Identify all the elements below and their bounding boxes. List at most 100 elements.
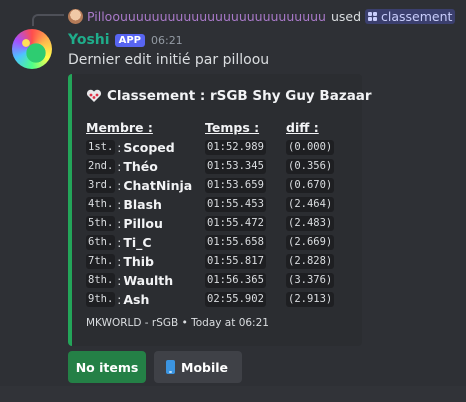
reply-reference[interactable]: Pilloouuuuuuuuuuuuuuuuuuuuuuuuuu used cl… [68, 6, 456, 26]
diff-cell: (2.828) [286, 252, 335, 271]
app-badge: APP [114, 33, 145, 47]
diff-value: (2.669) [286, 235, 335, 250]
separator: : [117, 216, 122, 231]
member-name: Ti_C [123, 235, 152, 250]
member-name: Blash [123, 197, 162, 212]
rank-label: 2nd. [86, 159, 116, 174]
embed: Classement : rSGB Shy Guy Bazaar Membre … [68, 74, 372, 346]
leaderboard-row: 2nd.: Théo [86, 157, 192, 176]
reply-action: used [330, 8, 362, 24]
username[interactable]: Yoshi [68, 32, 110, 48]
separator: : [117, 292, 122, 307]
reply-spine [32, 14, 64, 26]
time-cell: 01:55.472 [205, 214, 266, 233]
embed-footer: MKWORLD - rSGB • Today at 06:21 [86, 317, 269, 329]
leaderboard-row: 7th.: Thib [86, 252, 192, 271]
time-cell: 01:53.659 [205, 176, 266, 195]
bot-message: Pilloouuuuuuuuuuuuuuuuuuuuuuuuuu used cl… [0, 0, 466, 386]
separator: : [117, 235, 122, 250]
mobile-button-label: Mobile [181, 359, 229, 375]
separator: : [117, 254, 122, 269]
diff-value: (0.356) [286, 159, 335, 174]
member-name: ChatNinja [123, 178, 193, 193]
separator: : [117, 273, 122, 288]
member-name: Thib [123, 254, 155, 269]
diff-header: diff : [286, 120, 319, 135]
member-header: Membre : [86, 120, 153, 135]
diff-value: (0.670) [286, 178, 335, 193]
embed-title-text: Classement : rSGB Shy Guy Bazaar [107, 88, 372, 104]
time-value: 01:55.453 [205, 197, 266, 212]
time-cell: 01:55.658 [205, 233, 266, 252]
command-mention[interactable]: classement [365, 8, 456, 24]
separator: : [117, 178, 122, 193]
diff-value: (2.483) [286, 216, 335, 231]
member-name: Ash [123, 292, 150, 307]
reply-username[interactable]: Pilloouuuuuuuuuuuuuuuuuuuuuuuuuu [87, 9, 326, 24]
time-cell: 01:53.345 [205, 157, 266, 176]
time-value: 01:56.365 [205, 273, 266, 288]
time-value: 01:53.659 [205, 178, 266, 193]
time-value: 01:55.658 [205, 235, 266, 250]
member-name: Waulth [123, 273, 174, 288]
diff-cell: (2.464) [286, 195, 335, 214]
timestamp[interactable]: 06:21 [151, 34, 183, 47]
reply-avatar[interactable] [68, 8, 83, 24]
embed-title: Classement : rSGB Shy Guy Bazaar [86, 88, 372, 104]
diff-cell: (2.483) [286, 214, 335, 233]
leaderboard-row: 5th.: Pillou [86, 214, 192, 233]
action-buttons: No items Mobile [68, 351, 242, 383]
mobile-button[interactable]: Mobile [154, 351, 242, 383]
time-value: 02:55.902 [205, 292, 266, 307]
leaderboard-row: 8th.: Waulth [86, 271, 192, 290]
command-name: classement [381, 8, 453, 24]
separator: : [117, 140, 122, 155]
diff-cell: (3.376) [286, 271, 335, 290]
time-value: 01:55.817 [205, 254, 266, 269]
leaderboard-row: 4th.: Blash [86, 195, 192, 214]
diff-value: (3.376) [286, 273, 335, 288]
avatar[interactable] [12, 29, 52, 69]
next-message-area [0, 386, 466, 402]
separator: : [117, 159, 122, 174]
time-cell: 01:56.365 [205, 271, 266, 290]
member-column: Membre : 1st.: Scoped 2nd.: Théo 3rd.: ChatNi… [86, 120, 192, 309]
rank-label: 3rd. [86, 178, 116, 193]
diff-value: (2.913) [286, 292, 335, 307]
rank-label: 9th. [86, 292, 116, 307]
time-value: 01:52.989 [205, 140, 266, 155]
member-name: Scoped [123, 140, 175, 155]
member-name: Théo [123, 159, 158, 174]
rank-label: 8th. [86, 273, 116, 288]
time-cell: 01:52.989 [205, 138, 266, 157]
rank-label: 1st. [86, 140, 116, 155]
heart-icon [86, 89, 102, 103]
rank-label: 7th. [86, 254, 116, 269]
diff-value: (0.000) [286, 140, 335, 155]
rank-label: 4th. [86, 197, 116, 212]
time-cell: 01:55.817 [205, 252, 266, 271]
diff-cell: (0.000) [286, 138, 335, 157]
diff-cell: (2.669) [286, 233, 335, 252]
message-header: Yoshi APP 06:21 [68, 31, 183, 49]
leaderboard-row: 3rd.: ChatNinja [86, 176, 192, 195]
diff-cell: (0.670) [286, 176, 335, 195]
diff-cell: (0.356) [286, 157, 335, 176]
message-content: Dernier edit initié par pilloou [68, 52, 270, 68]
rank-label: 6th. [86, 235, 116, 250]
mobile-phone-icon [166, 360, 175, 374]
separator: : [117, 197, 122, 212]
leaderboard-row: 1st.: Scoped [86, 138, 192, 157]
time-value: 01:53.345 [205, 159, 266, 174]
diff-value: (2.828) [286, 254, 335, 269]
member-name: Pillou [123, 216, 163, 231]
time-cell: 01:55.453 [205, 195, 266, 214]
no-items-button[interactable]: No items [68, 351, 146, 383]
time-column: Temps : 01:52.989 01:53.345 01:53.659 01:55… [205, 120, 266, 309]
diff-value: (2.464) [286, 197, 335, 212]
diff-column: diff : (0.000) (0.356) (0.670) (2.464) (2.48… [286, 120, 335, 309]
time-value: 01:55.472 [205, 216, 266, 231]
leaderboard-row: 9th.: Ash [86, 290, 192, 309]
time-header: Temps : [205, 120, 260, 135]
slash-command-icon [368, 11, 378, 21]
